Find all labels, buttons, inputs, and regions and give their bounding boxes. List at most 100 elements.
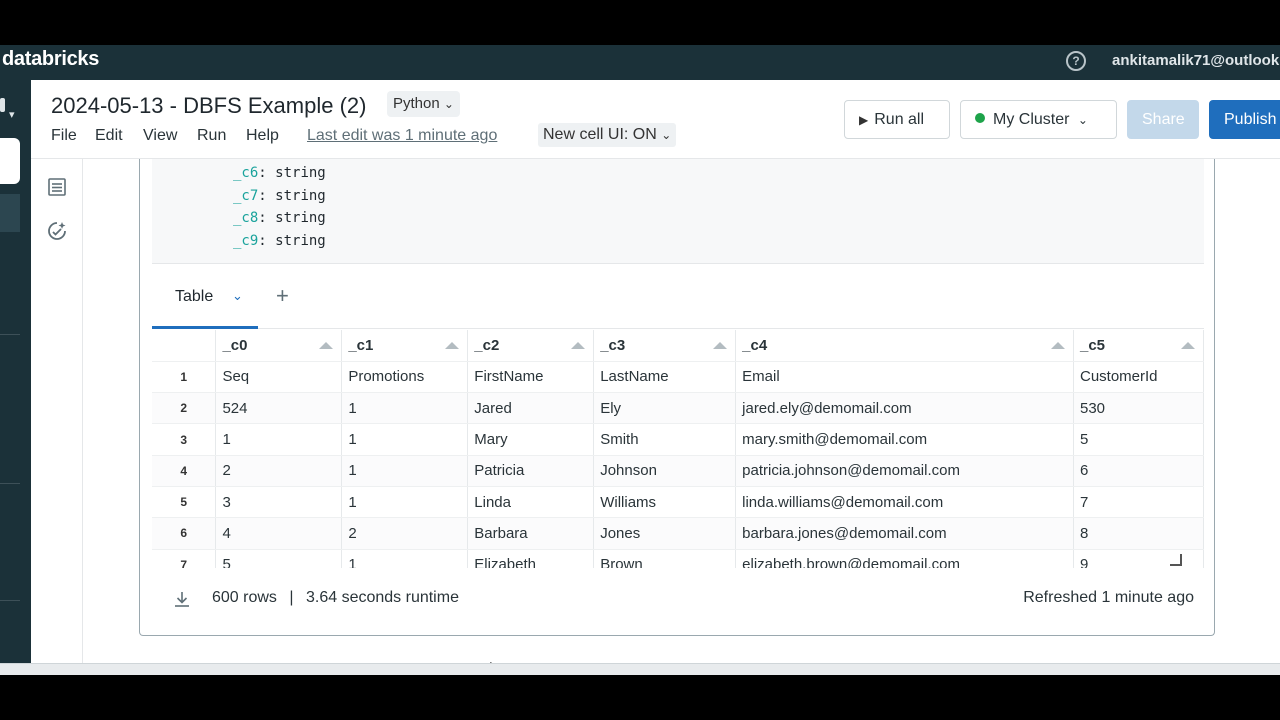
table-cell[interactable]: 7 — [1073, 486, 1204, 519]
notebook-cell[interactable]: _c6: string _c7: string _c8: string _c9:… — [139, 159, 1215, 636]
menu-edit[interactable]: Edit — [95, 127, 123, 145]
table-cell[interactable]: Promotions — [341, 361, 469, 394]
language-selector[interactable]: Python ⌄ — [387, 91, 460, 117]
table-cell[interactable]: 8 — [1073, 517, 1204, 550]
chevron-down-icon: ⌄ — [443, 97, 454, 111]
nav-item-active[interactable] — [0, 138, 20, 184]
publish-button[interactable]: Publish — [1209, 100, 1280, 139]
menu-view[interactable]: View — [143, 127, 177, 145]
results-table[interactable]: _c0 _c1 _c2 _c3 _c4 _c5 1 Seq Promotions — [152, 330, 1204, 568]
schema-line: _c8: string — [233, 210, 326, 226]
tab-table[interactable]: Table ⌄ — [152, 264, 258, 329]
table-cell[interactable]: Jones — [593, 517, 737, 550]
table-cell[interactable]: 2 — [341, 517, 469, 550]
row-count-status: 600 rows | 3.64 seconds runtime — [212, 589, 459, 607]
resize-handle[interactable] — [1170, 554, 1182, 566]
status-separator: | — [289, 589, 294, 606]
sort-icon[interactable] — [1051, 342, 1065, 349]
left-nav: ▾ — [0, 80, 31, 663]
new-cell-ui-toggle[interactable]: New cell UI: ON ⌄ — [538, 123, 677, 147]
table-row: 5 3 1 Linda Williams linda.williams@demo… — [152, 486, 1204, 519]
row-number: 5 — [152, 486, 217, 519]
table-cell[interactable]: Jared — [467, 392, 595, 425]
assistant-icon[interactable] — [47, 221, 67, 241]
table-cell[interactable]: barbara.jones@demomail.com — [735, 517, 1074, 550]
table-cell[interactable]: 1 — [341, 455, 469, 487]
download-arrow-icon — [175, 592, 189, 607]
column-header[interactable]: _c1 — [341, 330, 469, 362]
table-cell[interactable]: Elizabeth — [467, 549, 595, 568]
sort-icon[interactable] — [445, 342, 460, 349]
table-cell[interactable]: Barbara — [467, 517, 595, 550]
language-label: Python — [393, 95, 440, 112]
help-icon[interactable]: ? — [1066, 51, 1086, 71]
table-cell[interactable]: patricia.johnson@demomail.com — [735, 455, 1074, 487]
table-cell[interactable]: 6 — [1073, 455, 1204, 487]
cluster-selector[interactable]: My Cluster ⌄ — [960, 100, 1117, 139]
column-header[interactable]: _c2 — [467, 330, 595, 362]
column-header[interactable]: _c0 — [215, 330, 343, 362]
table-cell[interactable]: Seq — [215, 361, 343, 394]
table-cell[interactable]: Williams — [593, 486, 737, 519]
table-cell[interactable]: Brown — [593, 549, 737, 568]
table-cell[interactable]: 4 — [215, 517, 343, 550]
row-number-header — [152, 330, 217, 362]
table-cell[interactable]: Smith — [593, 423, 737, 456]
table-cell[interactable]: 1 — [341, 486, 469, 519]
row-number: 1 — [152, 361, 217, 394]
menu-run[interactable]: Run — [197, 127, 226, 145]
sort-icon[interactable] — [571, 342, 586, 349]
table-cell[interactable]: Email — [735, 361, 1074, 394]
table-cell[interactable]: 9 — [1073, 549, 1204, 568]
bottom-bar — [0, 663, 1280, 675]
table-cell[interactable]: Ely — [593, 392, 737, 425]
table-cell[interactable]: LastName — [593, 361, 737, 394]
table-cell[interactable]: Patricia — [467, 455, 595, 487]
table-cell[interactable]: jared.ely@demomail.com — [735, 392, 1074, 425]
row-number: 4 — [152, 455, 217, 487]
chevron-down-icon[interactable]: ⌄ — [232, 288, 243, 304]
table-cell[interactable]: CustomerId — [1073, 361, 1204, 394]
table-cell[interactable]: FirstName — [467, 361, 595, 394]
table-cell[interactable]: 1 — [341, 392, 469, 425]
menu-file[interactable]: File — [51, 127, 77, 145]
user-account[interactable]: ankitamalik71@outlook — [1112, 52, 1279, 69]
table-cell[interactable]: mary.smith@demomail.com — [735, 423, 1074, 456]
download-icon[interactable] — [173, 590, 191, 613]
menu-help[interactable]: Help — [246, 127, 279, 145]
table-cell[interactable]: 1 — [215, 423, 343, 456]
table-cell[interactable]: 3 — [215, 486, 343, 519]
run-all-button[interactable]: ▶ Run all — [844, 100, 950, 139]
row-number: 2 — [152, 392, 217, 425]
table-cell[interactable]: 5 — [215, 549, 343, 568]
sort-icon[interactable] — [713, 342, 728, 349]
table-cell[interactable]: elizabeth.brown@demomail.com — [735, 549, 1074, 568]
share-button[interactable]: Share — [1127, 100, 1199, 139]
workspace-switcher[interactable]: ▾ — [0, 90, 16, 121]
notebook-title[interactable]: 2024-05-13 - DBFS Example (2) — [51, 93, 366, 119]
table-cell[interactable]: 530 — [1073, 392, 1204, 425]
column-header[interactable]: _c5 — [1073, 330, 1204, 362]
table-cell[interactable]: Mary — [467, 423, 595, 456]
last-edit-link[interactable]: Last edit was 1 minute ago — [307, 127, 497, 145]
cluster-status-icon — [975, 113, 985, 123]
sort-icon[interactable] — [319, 342, 334, 349]
column-header[interactable]: _c3 — [593, 330, 737, 362]
table-header-row: _c0 _c1 _c2 _c3 _c4 _c5 — [152, 330, 1204, 362]
table-cell[interactable]: 1 — [341, 549, 469, 568]
table-of-contents-icon[interactable] — [47, 177, 67, 197]
nav-item-workspace[interactable] — [0, 194, 20, 232]
table-cell[interactable]: 5 — [1073, 423, 1204, 456]
table-cell[interactable]: 2 — [215, 455, 343, 487]
table-cell[interactable]: 524 — [215, 392, 343, 425]
table-cell[interactable]: Johnson — [593, 455, 737, 487]
schema-line: _c9: string — [233, 233, 326, 249]
top-bar: databricks ? ankitamalik71@outlook — [0, 45, 1280, 80]
add-visualization-icon[interactable]: + — [276, 283, 289, 309]
column-header[interactable]: _c4 — [735, 330, 1074, 362]
table-cell[interactable]: Linda — [467, 486, 595, 519]
sort-icon[interactable] — [1181, 342, 1195, 349]
table-cell[interactable]: linda.williams@demomail.com — [735, 486, 1074, 519]
table-cell[interactable]: 1 — [341, 423, 469, 456]
databricks-logo[interactable]: databricks — [2, 48, 99, 71]
